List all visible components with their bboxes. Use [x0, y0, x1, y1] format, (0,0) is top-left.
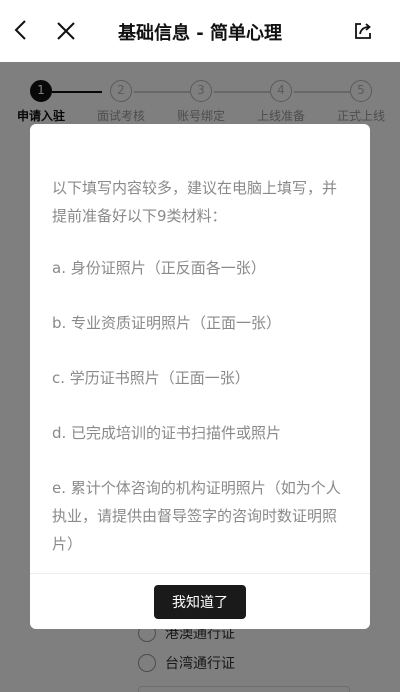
- material-item: e. 累计个体咨询的机构证明照片（如为个人执业，请提供由督导签字的咨询时数证明照…: [52, 479, 341, 553]
- page-title: 基础信息 - 简单心理: [117, 23, 282, 44]
- dialog-intro: 以下填写内容较多，建议在电脑上填写，并提前准备好以下9类材料：: [52, 179, 338, 225]
- material-item: d. 已完成培训的证书扫描件或照片: [52, 424, 282, 442]
- materials-notice-dialog: 以下填写内容较多，建议在电脑上填写，并提前准备好以下9类材料： a. 身份证照片…: [30, 124, 370, 629]
- material-item: a. 身份证照片（正反面各一张）: [52, 259, 266, 277]
- got-it-button[interactable]: 我知道了: [154, 585, 246, 619]
- dialog-divider: [30, 573, 370, 574]
- top-bar: 基础信息 - 简单心理: [0, 0, 400, 62]
- material-item: c. 学历证书照片（正面一张）: [52, 369, 250, 387]
- share-icon[interactable]: [352, 20, 374, 42]
- material-item: b. 专业资质证明照片（正面一张）: [52, 314, 282, 332]
- dialog-content[interactable]: 以下填写内容较多，建议在电脑上填写，并提前准备好以下9类材料： a. 身份证照片…: [52, 174, 350, 574]
